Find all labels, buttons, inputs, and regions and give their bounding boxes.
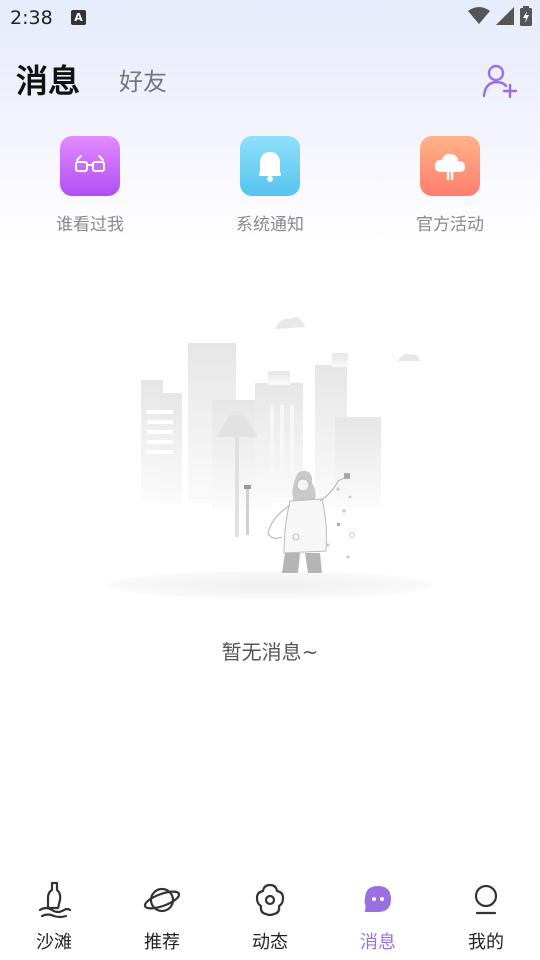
nav-item-mine[interactable]: 我的 [432,868,540,960]
header: 消息 好友 [0,50,540,110]
flower-icon [255,883,285,917]
quick-icon-box [60,136,120,196]
quick-label-who-viewed: 谁看过我 [56,215,124,235]
battery-charging-icon [520,6,532,26]
nav-label-mine: 我的 [468,932,504,953]
quick-label-system-notice: 系统通知 [236,215,304,235]
status-icons [468,6,532,26]
nav-label-messages: 消息 [360,932,396,953]
quick-icon-box [420,136,480,196]
empty-state-text: 暂无消息~ [221,640,319,664]
glasses-icon [75,155,105,172]
tab-friends[interactable]: 好友 [119,62,167,97]
planet-icon [143,887,181,913]
system-notice-entry[interactable]: 系统通知 [210,136,330,235]
nav-label-moments: 动态 [252,932,288,953]
add-friend-button[interactable] [480,62,520,102]
cloud-icon [434,153,465,181]
who-viewed-me-entry[interactable]: 谁看过我 [30,136,150,235]
nav-label-recommend: 推荐 [144,932,180,953]
quick-label-official-events: 官方活动 [416,215,484,235]
nav-item-beach[interactable]: 沙滩 [0,868,108,960]
add-friend-icon [482,64,518,99]
signal-icon [496,7,514,25]
status-bar: 2:38 A [0,0,540,36]
official-events-entry[interactable]: 官方活动 [390,136,510,235]
nav-item-recommend[interactable]: 推荐 [108,868,216,960]
status-time: 2:38 [10,7,53,29]
quick-icon-box [240,136,300,196]
empty-state-illustration [100,305,440,605]
notification-icon: A [71,10,86,25]
wifi-icon [468,7,490,24]
tab-messages[interactable]: 消息 [16,56,80,102]
city-girl-illustration [108,317,432,599]
nav-item-moments[interactable]: 动态 [216,868,324,960]
profile-icon [474,884,498,915]
bottle-icon [38,881,72,919]
nav-label-beach: 沙滩 [36,932,72,953]
chat-bubble-icon [364,886,391,912]
bell-icon [259,152,281,182]
bottom-nav: 沙滩 推荐 动态 消息 我的 [0,868,540,960]
nav-item-messages[interactable]: 消息 [324,868,432,960]
